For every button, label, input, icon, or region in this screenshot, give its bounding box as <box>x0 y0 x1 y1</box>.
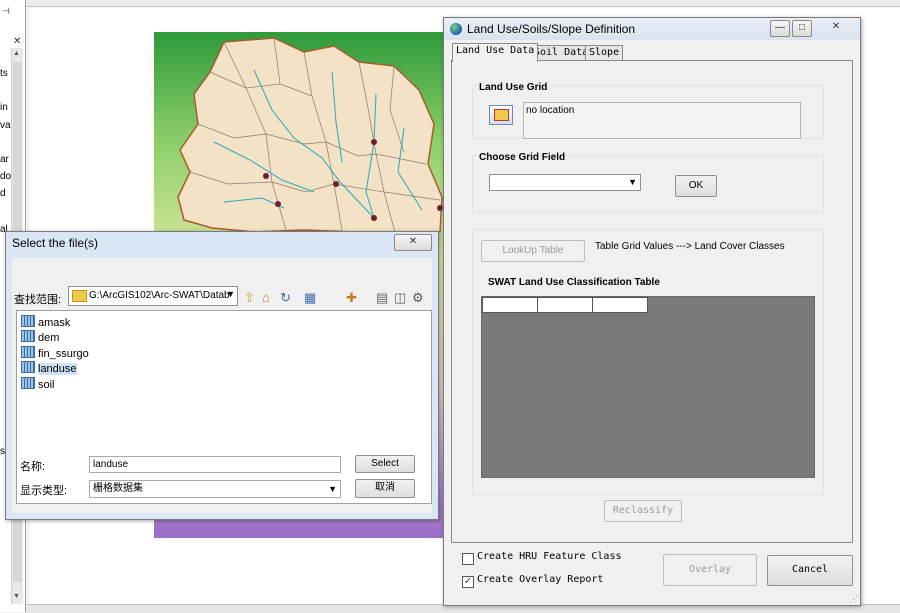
list-item[interactable]: amask <box>21 315 70 329</box>
choose-grid-field-label: Choose Grid Field <box>479 152 566 163</box>
file-name-input[interactable]: landuse <box>89 456 341 473</box>
open-folder-icon <box>494 109 509 121</box>
arcmap-toolbar-strip <box>26 0 900 7</box>
chevron-down-icon[interactable]: ▼ <box>328 481 337 497</box>
toolbox-icon[interactable]: ◫ <box>394 290 406 306</box>
file-name: dem <box>38 332 60 344</box>
raster-icon <box>21 330 35 342</box>
grid-field-group: Choose Grid Field ▼ OK <box>472 152 824 213</box>
options-icon[interactable]: ⚙ <box>412 290 424 306</box>
list-item-selected[interactable]: landuse <box>21 361 77 375</box>
new-folder-icon[interactable]: ✚ <box>346 290 357 306</box>
create-hru-checkbox[interactable] <box>462 553 474 565</box>
scroll-down-icon[interactable]: ▼ <box>13 593 20 600</box>
scroll-up-icon[interactable]: ▲ <box>13 50 20 57</box>
cancel-button[interactable]: Cancel <box>767 555 853 586</box>
raster-icon <box>21 377 35 389</box>
close-icon[interactable]: ✕ <box>13 36 21 47</box>
file-type-value: 栅格数据集 <box>93 483 143 494</box>
file-name: soil <box>38 379 55 391</box>
create-overlay-label: Create Overlay Report <box>477 574 604 585</box>
file-name: fin_ssurgo <box>38 348 89 360</box>
swat-land-use-table[interactable] <box>481 296 815 478</box>
land-use-tab-panel: Land Use Grid no location Choose Grid Fi… <box>451 60 853 543</box>
land-use-grid-group: Land Use Grid no location <box>472 82 824 139</box>
look-in-combobox[interactable]: G:\ArcGIS102\Arc-SWAT\Datab ▼ <box>68 286 238 306</box>
look-in-path: G:\ArcGIS102\Arc-SWAT\Datab <box>89 290 230 301</box>
tab-slope[interactable]: Slope <box>585 45 624 61</box>
table-header-cell[interactable] <box>592 297 648 313</box>
list-item[interactable]: dem <box>21 330 59 344</box>
type-label: 显示类型: <box>20 485 68 497</box>
grid-field-combobox[interactable]: ▼ <box>489 174 641 191</box>
toc-text-fragment: d <box>0 188 6 199</box>
chevron-down-icon[interactable]: ▼ <box>628 177 637 187</box>
create-hru-label: Create HRU Feature Class <box>477 551 622 562</box>
folder-icon <box>72 290 87 302</box>
file-name: landuse <box>38 363 77 375</box>
list-item[interactable]: fin_ssurgo <box>21 346 89 360</box>
globe-icon <box>450 23 462 35</box>
file-dialog-body: 查找范围: G:\ArcGIS102\Arc-SWAT\Datab ▼ ⇧ ⌂ … <box>12 258 432 513</box>
chevron-down-icon[interactable]: ▼ <box>226 289 235 299</box>
list-item[interactable]: soil <box>21 377 55 391</box>
toc-text-fragment: ar <box>0 154 9 165</box>
view-menu-icon[interactable]: ▦ <box>304 290 316 306</box>
raster-icon <box>21 315 35 327</box>
look-in-label: 查找范围: <box>14 294 62 306</box>
ok-button[interactable]: OK <box>675 175 717 197</box>
catalog-icon[interactable]: ▤ <box>376 290 388 306</box>
lookup-table-button[interactable]: LookUp Table <box>481 240 585 262</box>
file-list[interactable]: amask dem fin_ssurgo landuse soil <box>16 310 432 504</box>
close-button[interactable]: ✕ <box>394 234 432 251</box>
pin-icon[interactable]: ⊣ <box>2 6 10 17</box>
swat-table-label: SWAT Land Use Classification Table <box>488 277 660 288</box>
raster-icon <box>21 346 35 358</box>
table-header-cell[interactable] <box>482 297 538 313</box>
minimize-button[interactable]: — <box>770 20 790 37</box>
close-button[interactable]: ✕ <box>822 20 850 35</box>
overlay-button[interactable]: Overlay <box>663 554 757 586</box>
tab-land-use-data[interactable]: Land Use Data <box>452 43 539 62</box>
raster-icon <box>21 361 35 373</box>
connect-folder-icon[interactable]: ↻ <box>280 290 291 306</box>
home-icon[interactable]: ⌂ <box>262 290 270 305</box>
toc-text-fragment: do <box>0 171 12 182</box>
name-label: 名称: <box>20 461 46 473</box>
table-header-cell[interactable] <box>537 297 593 313</box>
land-use-grid-label: Land Use Grid <box>479 82 548 93</box>
toc-text-fragment: ts <box>0 68 8 79</box>
tab-soil-data[interactable]: Soil Data <box>530 45 593 61</box>
lookup-caption: Table Grid Values ---> Land Cover Classe… <box>595 241 785 252</box>
select-files-dialog: Select the file(s) ✕ 查找范围: G:\ArcGIS102\… <box>5 231 439 520</box>
select-button[interactable]: Select <box>355 455 415 473</box>
resize-grip-icon[interactable]: ⋰ <box>849 594 858 605</box>
open-grid-button[interactable] <box>489 105 513 125</box>
dialog-title: Land Use/Soils/Slope Definition <box>467 22 636 36</box>
file-name: amask <box>38 317 71 329</box>
cancel-button[interactable]: 取消 <box>355 479 415 498</box>
up-folder-icon[interactable]: ⇧ <box>244 290 255 306</box>
land-use-soils-slope-dialog: Land Use/Soils/Slope Definition — □ ✕ La… <box>443 17 861 606</box>
reclassify-button[interactable]: Reclassify <box>604 500 682 522</box>
create-overlay-checkbox[interactable]: ✓ <box>462 576 474 588</box>
file-type-combobox[interactable]: 栅格数据集 ▼ <box>89 480 341 498</box>
classification-group: LookUp Table Table Grid Values ---> Land… <box>472 229 824 495</box>
toc-text-fragment: in <box>0 102 8 113</box>
dialog-title: Select the file(s) <box>12 236 99 250</box>
land-use-location-field[interactable]: no location <box>523 102 801 139</box>
maximize-button[interactable]: □ <box>792 20 812 37</box>
